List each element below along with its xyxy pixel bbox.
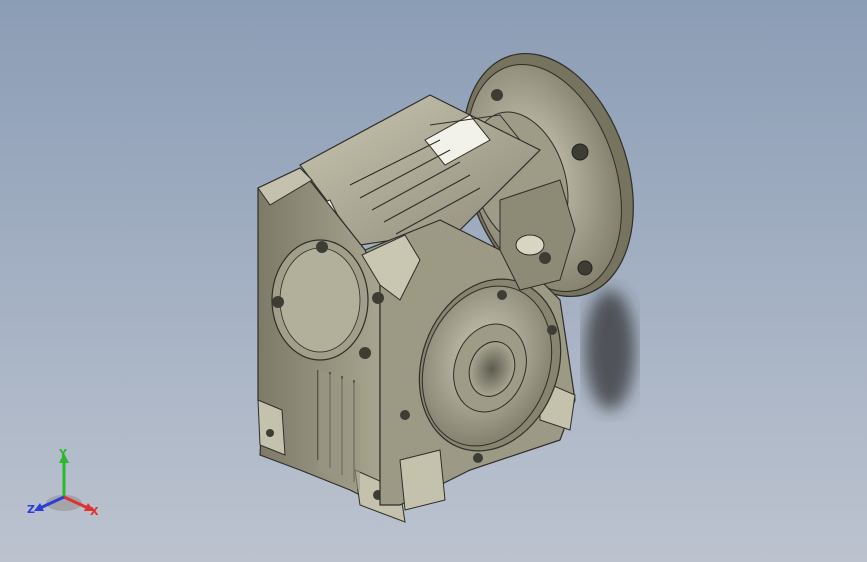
orientation-triad[interactable]: Y Z X [22, 445, 112, 525]
rear-shadow [585, 290, 635, 410]
graphics-viewport[interactable]: Y Z X [0, 0, 867, 562]
triad-y-label: Y [59, 447, 67, 460]
gear-reducer-model[interactable] [0, 0, 867, 562]
triad-axes [34, 453, 94, 511]
triad-x-label: X [90, 505, 99, 518]
triad-z-label: Z [27, 503, 35, 516]
